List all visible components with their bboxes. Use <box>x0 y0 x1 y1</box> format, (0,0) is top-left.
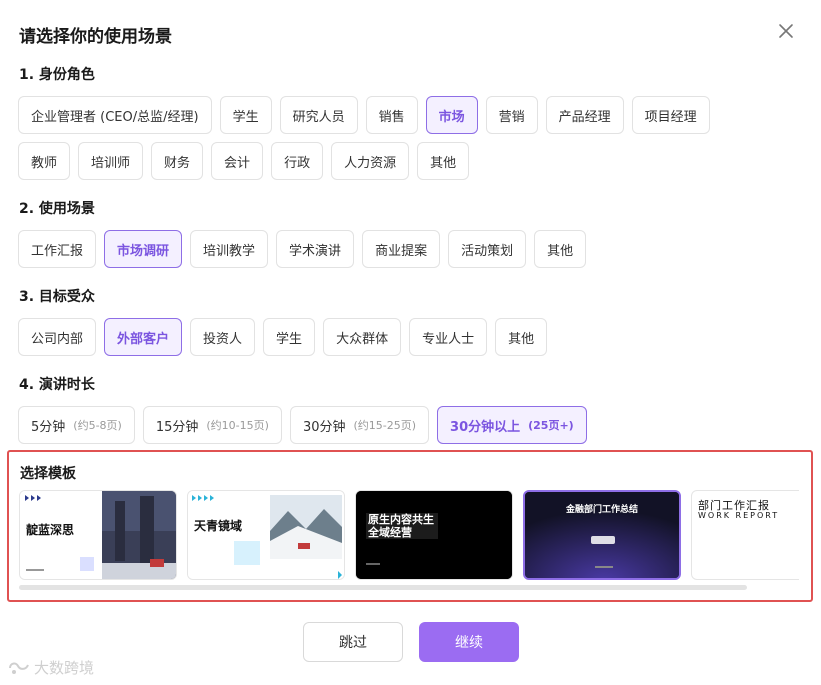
chip-scenario-business-proposal[interactable]: 商业提案 <box>362 230 441 268</box>
chip-audience-professional[interactable]: 专业人士 <box>409 318 488 356</box>
chip-scenario-academic[interactable]: 学术演讲 <box>276 230 355 268</box>
skip-button[interactable]: 跳过 <box>303 622 403 662</box>
chip-role-promotion[interactable]: 营销 <box>485 96 538 134</box>
section-label-duration: 4. 演讲时长 <box>19 377 95 393</box>
chip-role-manager[interactable]: 企业管理者 (CEO/总监/经理) <box>18 96 212 134</box>
continue-button[interactable]: 继续 <box>419 622 519 662</box>
chip-role-admin[interactable]: 行政 <box>271 142 324 180</box>
chip-sub-label: (25页+) <box>528 419 574 432</box>
chip-role-product-manager[interactable]: 产品经理 <box>545 96 624 134</box>
chip-main-label: 30分钟以上 <box>450 419 521 435</box>
section-label-audience: 3. 目标受众 <box>19 289 95 305</box>
chip-role-project-manager[interactable]: 项目经理 <box>631 96 710 134</box>
chip-duration-30min[interactable]: 30分钟 (约15-25页) <box>289 406 430 444</box>
template-strip[interactable]: 靛蓝深思 天青镜域 原生内容共生 全域经营 金融部门工作总结 部门工作汇报 WO… <box>19 490 799 582</box>
chip-role-student[interactable]: 学生 <box>219 96 272 134</box>
chip-main-label: 30分钟 <box>302 419 346 435</box>
chip-scenario-market-research[interactable]: 市场调研 <box>104 230 183 268</box>
chip-main-label: 5分钟 <box>31 419 66 435</box>
template-selector: 选择模板 靛蓝深思 天青镜域 原生内容共生 全域经营 金融部门工作总结 部门工作… <box>7 450 813 602</box>
chip-main-label: 15分钟 <box>155 419 199 435</box>
watermark: 大数跨境 <box>8 657 94 678</box>
chip-audience-investor[interactable]: 投资人 <box>190 318 256 356</box>
chip-role-finance[interactable]: 财务 <box>151 142 204 180</box>
template-section-label: 选择模板 <box>20 466 76 482</box>
chip-audience-external[interactable]: 外部客户 <box>104 318 183 356</box>
template-thumb-indigo[interactable]: 靛蓝深思 <box>19 490 177 580</box>
chip-role-sales[interactable]: 销售 <box>365 96 418 134</box>
chip-duration-15min[interactable]: 15分钟 (约10-15页) <box>142 406 282 444</box>
chip-role-trainer[interactable]: 培训师 <box>78 142 144 180</box>
template-title: 靛蓝深思 <box>26 523 75 537</box>
chip-duration-5min[interactable]: 5分钟 (约5-8页) <box>18 406 135 444</box>
chip-role-hr[interactable]: 人力资源 <box>331 142 410 180</box>
template-subtitle: WORK REPORT <box>698 511 780 520</box>
chip-audience-public[interactable]: 大众群体 <box>323 318 402 356</box>
chip-scenario-work-report[interactable]: 工作汇报 <box>18 230 97 268</box>
chip-role-accounting[interactable]: 会计 <box>211 142 264 180</box>
dialog-title: 请选择你的使用场景 <box>19 27 172 47</box>
template-title: 原生内容共生 全域经营 <box>368 513 434 539</box>
chip-duration-30min-plus[interactable]: 30分钟以上 (25页+) <box>437 406 587 444</box>
chip-role-other[interactable]: 其他 <box>417 142 470 180</box>
chip-scenario-training[interactable]: 培训教学 <box>190 230 269 268</box>
chip-role-researcher[interactable]: 研究人员 <box>279 96 358 134</box>
chip-sub-label: (约15-25页) <box>353 419 417 432</box>
close-icon[interactable] <box>775 20 797 42</box>
template-thumb-department-report[interactable]: 部门工作汇报 WORK REPORT <box>691 490 799 580</box>
watermark-text: 大数跨境 <box>34 659 95 677</box>
chip-scenario-other[interactable]: 其他 <box>534 230 587 268</box>
template-title: 天青镜域 <box>194 519 243 533</box>
section-label-scenario: 2. 使用场景 <box>19 201 95 217</box>
chip-sub-label: (约5-8页) <box>73 419 122 432</box>
template-preview-image <box>188 491 344 579</box>
chip-audience-student[interactable]: 学生 <box>263 318 316 356</box>
template-scrollbar[interactable] <box>19 585 747 590</box>
chip-audience-other[interactable]: 其他 <box>495 318 548 356</box>
template-thumb-finance[interactable]: 金融部门工作总结 <box>523 490 681 580</box>
template-thumb-azure[interactable]: 天青镜域 <box>187 490 345 580</box>
template-thumb-native-content[interactable]: 原生内容共生 全域经营 <box>355 490 513 580</box>
chip-audience-internal[interactable]: 公司内部 <box>18 318 97 356</box>
template-title: 金融部门工作总结 <box>565 505 638 515</box>
section-label-role: 1. 身份角色 <box>19 67 95 83</box>
watermark-logo-icon <box>9 662 29 674</box>
chip-sub-label: (约10-15页) <box>206 419 269 432</box>
chip-scenario-event[interactable]: 活动策划 <box>448 230 527 268</box>
chip-role-teacher[interactable]: 教师 <box>18 142 71 180</box>
chip-role-marketing[interactable]: 市场 <box>425 96 478 134</box>
